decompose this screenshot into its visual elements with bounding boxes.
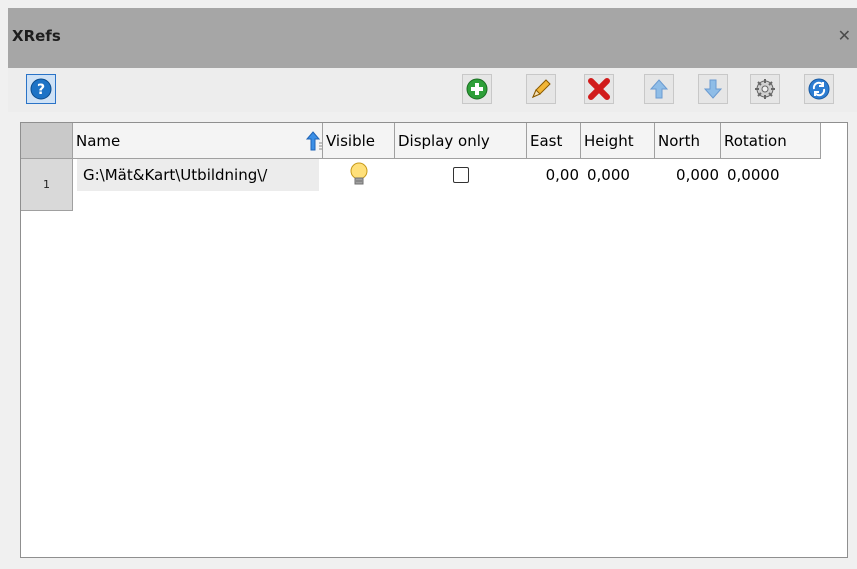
column-header-name[interactable]: Name xyxy=(73,123,323,159)
xrefs-grid: Name Visible Display only East Height No… xyxy=(20,122,848,558)
toolbar: ? xyxy=(8,68,857,112)
cell-height[interactable]: 0,000 xyxy=(581,159,655,191)
cell-rotation[interactable]: 0,0000 xyxy=(721,159,821,191)
add-button[interactable] xyxy=(462,74,492,104)
cell-name[interactable]: G:\Mät&Kart\Utbildning\/ xyxy=(77,159,319,191)
column-header-display-only[interactable]: Display only xyxy=(395,123,527,159)
cell-north[interactable]: 0,000 xyxy=(655,159,721,191)
svg-text:?: ? xyxy=(37,82,45,98)
move-up-button[interactable] xyxy=(644,74,674,104)
sort-ascending-icon[interactable] xyxy=(304,130,322,152)
column-header-label: East xyxy=(530,131,563,150)
settings-icon xyxy=(755,79,775,99)
cell-visible[interactable] xyxy=(323,159,395,191)
column-header-label: Visible xyxy=(326,131,375,150)
column-header-north[interactable]: North xyxy=(655,123,721,159)
column-header-rotation[interactable]: Rotation xyxy=(721,123,821,159)
move-down-button[interactable] xyxy=(698,74,728,104)
panel-title: XRefs xyxy=(12,27,61,45)
delete-icon xyxy=(588,78,610,100)
display-only-checkbox[interactable] xyxy=(453,167,469,183)
settings-button[interactable] xyxy=(750,74,780,104)
refresh-icon xyxy=(808,78,830,100)
column-header-label: Name xyxy=(76,131,121,150)
cell-east[interactable]: 0,00 xyxy=(527,159,581,191)
row-header[interactable]: 1 xyxy=(21,159,73,211)
column-header-label: North xyxy=(658,131,700,150)
lightbulb-icon xyxy=(350,162,368,185)
column-header-label: Rotation xyxy=(724,131,787,150)
arrow-up-icon xyxy=(649,79,669,99)
edit-button[interactable] xyxy=(526,74,556,104)
arrow-down-icon xyxy=(703,79,723,99)
panel-title-bar: XRefs ✕ xyxy=(8,8,857,69)
grid-corner xyxy=(21,123,73,159)
column-header-label: Height xyxy=(584,131,634,150)
pencil-icon xyxy=(532,79,551,98)
add-icon xyxy=(466,78,488,100)
close-icon[interactable]: ✕ xyxy=(838,26,851,45)
column-header-visible[interactable]: Visible xyxy=(323,123,395,159)
delete-button[interactable] xyxy=(584,74,614,104)
help-button[interactable]: ? xyxy=(26,74,56,104)
cell-display-only[interactable] xyxy=(395,159,527,191)
column-header-east[interactable]: East xyxy=(527,123,581,159)
column-header-label: Display only xyxy=(398,131,490,150)
help-icon: ? xyxy=(30,78,52,100)
refresh-button[interactable] xyxy=(804,74,834,104)
column-header-height[interactable]: Height xyxy=(581,123,655,159)
